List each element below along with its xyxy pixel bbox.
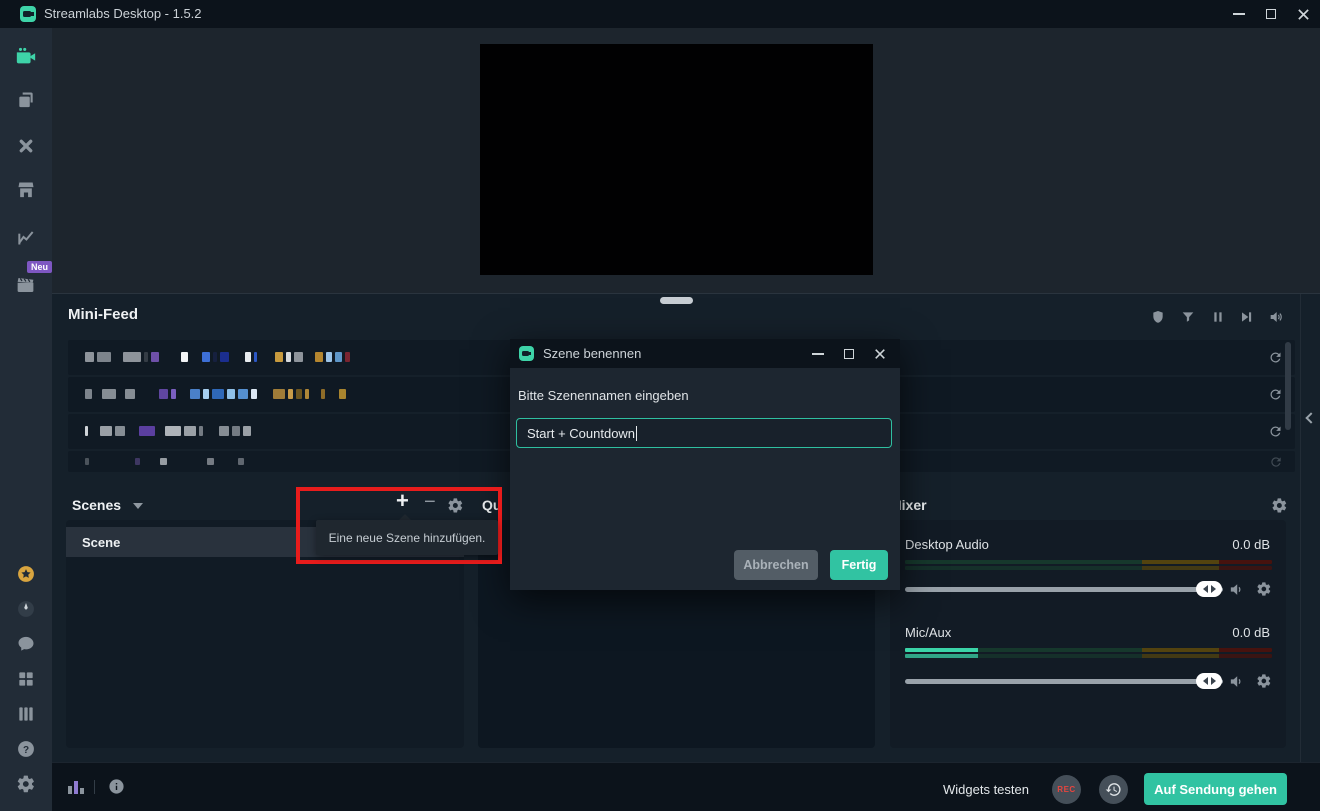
go-live-button[interactable]: Auf Sendung gehen [1144,773,1287,805]
notifications-info-icon[interactable] [108,778,125,795]
preview-area [52,28,1320,293]
channel-mute-icon[interactable] [1228,581,1245,598]
sidebar: Neu ? [0,28,52,811]
dialog-body: Bitte Szenennamen eingeben Start + Count… [510,368,900,590]
scenes-panel-title: Scenes [72,497,121,513]
stats-icon[interactable] [16,227,36,247]
svg-text:?: ? [23,745,29,756]
mixer-channel-db-value: 0.0 dB [1232,625,1270,640]
window-close-button[interactable] [1290,0,1316,28]
dialog-app-icon [519,346,534,361]
dialog-maximize-button[interactable] [836,339,862,368]
volume-slider[interactable] [905,679,1223,684]
scene-collections-icon[interactable] [16,90,36,110]
mixer-settings-gear-icon[interactable] [1271,497,1288,514]
dialog-title-bar: Szene benennen [510,339,900,368]
window-title: Streamlabs Desktop - 1.5.2 [44,0,202,28]
feed-skip-icon[interactable] [1238,309,1254,325]
app-logo-icon [20,6,36,22]
title-bar: Streamlabs Desktop - 1.5.2 [0,0,1320,28]
splitter-handle[interactable] [660,297,693,304]
mixer-body: Desktop Audio 0.0 dB Mic/Aux 0.0 dB [890,520,1286,748]
confirm-label: Fertig [842,558,877,572]
dialog-minimize-button[interactable] [805,339,831,368]
add-scene-tooltip: Eine neue Szene hinzufügen. [316,520,498,555]
test-widgets-link[interactable]: Widgets testen [943,782,1029,797]
channel-mute-icon[interactable] [1228,673,1245,690]
expand-event-icon[interactable] [1269,455,1295,469]
app-grid-icon[interactable] [16,669,36,689]
volume-meter [905,648,1272,660]
volume-slider[interactable] [905,587,1223,592]
scene-item-label: Scene [66,535,120,550]
scene-name-input[interactable]: Start + Countdown [516,418,892,448]
settings-icon[interactable] [16,774,36,794]
splitter-line [52,293,1320,294]
store-icon[interactable] [16,180,36,200]
scene-name-prompt: Bitte Szenennamen eingeben [518,388,689,403]
scene-name-value: Start + Countdown [517,426,635,441]
go-live-label: Auf Sendung gehen [1154,782,1277,797]
record-button[interactable]: REC [1052,775,1081,804]
dashboard-icon[interactable] [16,599,36,619]
expand-dock-chevron-icon[interactable] [1307,414,1315,422]
text-cursor [636,426,637,441]
feed-scrollbar[interactable] [1285,342,1291,430]
dialog-title: Szene benennen [543,339,641,368]
cancel-label: Abbrechen [743,558,808,572]
confirm-button[interactable]: Fertig [830,550,888,580]
name-scene-dialog: Szene benennen Bitte Szenennamen eingebe… [510,339,900,590]
volume-slider-handle[interactable] [1196,673,1222,689]
prime-icon[interactable] [16,564,36,584]
streamlabs-window: Streamlabs Desktop - 1.5.2 Neu [0,0,1320,811]
channel-settings-gear-icon[interactable] [1256,581,1272,597]
feed-filter-icon[interactable] [1180,309,1196,325]
dialog-close-button[interactable] [867,339,893,368]
replay-buffer-button[interactable] [1099,775,1128,804]
window-maximize-button[interactable] [1258,0,1284,28]
feed-sound-icon[interactable] [1268,309,1284,325]
layout-editor-icon[interactable] [16,704,36,724]
performance-chart-icon[interactable] [68,780,84,794]
highlighter-icon[interactable] [15,274,36,295]
statusbar-divider [94,780,95,794]
minifeed-title: Mini-Feed [68,306,138,323]
mixer-channel-name: Desktop Audio [905,537,989,552]
dock-divider [1300,294,1301,762]
editor-tab-icon[interactable] [15,45,37,67]
mixer-channel-name: Mic/Aux [905,625,951,640]
mixer-channel-db-value: 0.0 dB [1232,537,1270,552]
help-icon[interactable]: ? [16,739,36,759]
scenes-dropdown-icon[interactable] [133,503,143,509]
new-badge: Neu [27,261,52,273]
volume-slider-handle[interactable] [1196,581,1222,597]
status-bar: Widgets testen REC Auf Sendung gehen [52,762,1320,811]
chatbox-icon[interactable] [16,634,36,654]
rec-label: REC [1057,785,1075,794]
tooltip-text: Eine neue Szene hinzufügen. [329,531,486,545]
feed-pause-icon[interactable] [1210,309,1226,325]
video-preview[interactable] [480,44,873,275]
cancel-button[interactable]: Abbrechen [734,550,818,580]
moderation-shield-icon[interactable] [1150,309,1166,325]
volume-meter [905,560,1272,572]
window-minimize-button[interactable] [1226,0,1252,28]
channel-settings-gear-icon[interactable] [1256,673,1272,689]
themes-icon[interactable] [16,136,36,156]
